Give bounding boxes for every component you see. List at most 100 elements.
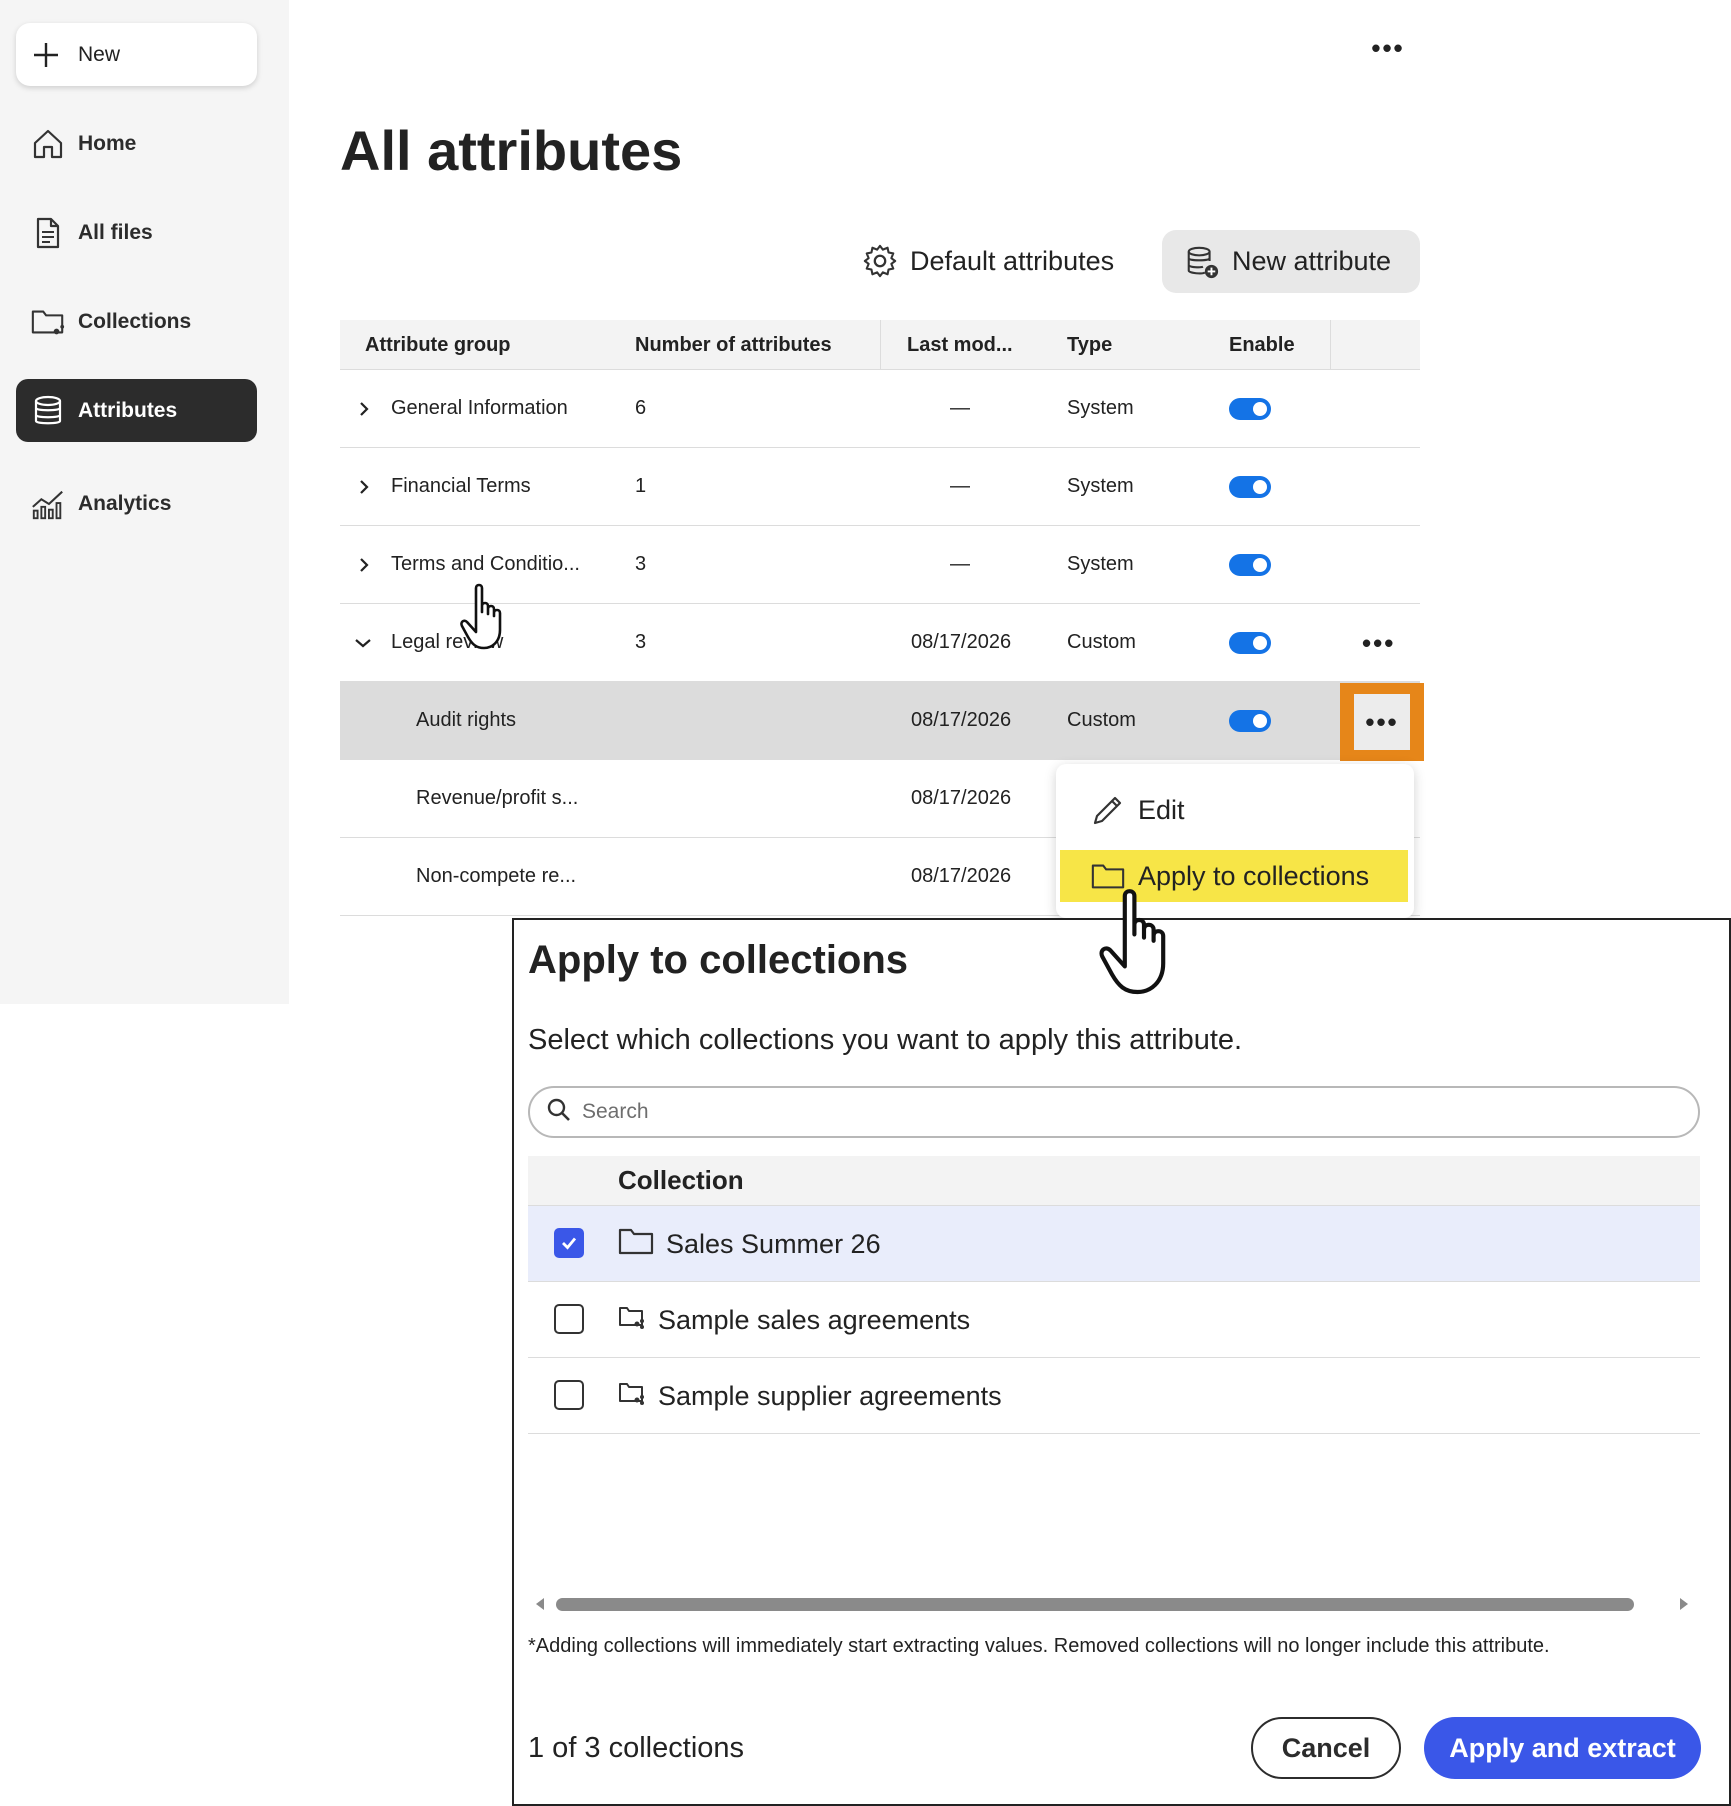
dialog-title: Apply to collections: [528, 938, 909, 982]
dialog-description: Select which collections you want to app…: [528, 1024, 1243, 1056]
collection-name: Sample sales agreements: [658, 1304, 971, 1335]
collection-checkbox[interactable]: [554, 1380, 584, 1410]
scrollbar-thumb[interactable]: [556, 1598, 1634, 1611]
default-attributes-button[interactable]: Default attributes: [862, 234, 1114, 288]
last-modified: —: [950, 475, 970, 497]
sidebar-item-attributes[interactable]: Attributes: [16, 379, 257, 442]
attribute-type: System: [1067, 553, 1134, 575]
search-icon: [546, 1097, 572, 1128]
search-field[interactable]: [528, 1086, 1700, 1138]
column-header-attribute-group[interactable]: Attribute group: [365, 320, 511, 370]
last-modified: —: [950, 553, 970, 575]
default-attributes-label: Default attributes: [910, 245, 1115, 276]
row-more-button-active[interactable]: •••: [1340, 683, 1424, 761]
last-modified: 08/17/2026: [911, 787, 1012, 809]
page-title: All attributes: [340, 119, 683, 182]
column-header-number-of-attributes[interactable]: Number of attributes: [635, 320, 832, 370]
attribute-name: Revenue/profit s...: [416, 787, 579, 809]
attribute-name: Audit rights: [416, 709, 517, 731]
attribute-type: System: [1067, 475, 1134, 497]
column-header-type[interactable]: Type: [1067, 320, 1112, 370]
collection-row[interactable]: Sales Summer 26: [528, 1206, 1700, 1282]
more-icon: •••: [1365, 707, 1399, 737]
menu-item-label: Edit: [1138, 794, 1185, 825]
expand-chevron-icon[interactable]: [356, 448, 372, 525]
add-database-icon: [1184, 244, 1220, 280]
attribute-count: 1: [635, 475, 647, 497]
attribute-count: 3: [635, 631, 647, 653]
collections-icon: [30, 304, 66, 340]
sidebar: New Home All files Collections Attribute…: [0, 0, 289, 1004]
table-row[interactable]: General Information 6 — System: [340, 370, 1420, 448]
dialog-note: *Adding collections will immediately sta…: [528, 1635, 1550, 1657]
new-attribute-button[interactable]: New attribute: [1162, 230, 1420, 293]
collection-name: Sales Summer 26: [666, 1228, 881, 1259]
table-row[interactable]: Financial Terms 1 — System: [340, 448, 1420, 526]
collections-table: Collection Sales Summer 26 Sample sales …: [528, 1156, 1700, 1434]
scroll-left-icon[interactable]: [530, 1594, 550, 1614]
collection-checkbox[interactable]: [554, 1228, 584, 1258]
column-header-collection[interactable]: Collection: [528, 1156, 1700, 1206]
apply-and-extract-button[interactable]: Apply and extract: [1424, 1717, 1701, 1779]
sidebar-item-collections[interactable]: Collections: [16, 290, 257, 353]
enable-toggle[interactable]: [1229, 526, 1271, 603]
shared-folder-icon: [618, 1380, 646, 1413]
gear-icon: [862, 243, 898, 279]
sidebar-item-analytics[interactable]: Analytics: [16, 472, 257, 535]
column-header-enable[interactable]: Enable: [1229, 320, 1295, 370]
analytics-icon: [30, 486, 66, 522]
menu-item-edit[interactable]: Edit: [1060, 784, 1408, 836]
table-header: Attribute group Number of attributes Las…: [340, 320, 1420, 370]
new-attribute-label: New attribute: [1232, 246, 1392, 276]
expand-chevron-icon[interactable]: [356, 370, 372, 447]
attribute-group-name: General Information: [391, 397, 568, 419]
sidebar-item-label: Analytics: [78, 491, 172, 515]
attribute-type: Custom: [1067, 631, 1136, 653]
enable-toggle[interactable]: [1229, 370, 1271, 447]
attribute-group-name: Financial Terms: [391, 475, 531, 497]
horizontal-scrollbar[interactable]: [528, 1590, 1700, 1618]
apply-to-collections-dialog: Apply to collections Select which collec…: [512, 918, 1731, 1806]
last-modified: 08/17/2026: [911, 865, 1012, 887]
enable-toggle[interactable]: [1229, 604, 1271, 681]
collection-checkbox[interactable]: [554, 1304, 584, 1334]
attribute-type: System: [1067, 397, 1134, 419]
collapse-chevron-icon[interactable]: [354, 604, 372, 681]
new-button-label: New: [78, 42, 121, 66]
collection-name-cell: Sample supplier agreements: [618, 1358, 1002, 1434]
table-row-selected[interactable]: Audit rights 08/17/2026 Custom: [340, 682, 1420, 760]
scroll-right-icon[interactable]: [1674, 1594, 1694, 1614]
collection-row[interactable]: Sample supplier agreements: [528, 1358, 1700, 1434]
attribute-count: 6: [635, 397, 647, 419]
selection-count: 1 of 3 collections: [528, 1732, 745, 1764]
row-more-button[interactable]: •••: [1362, 604, 1395, 681]
database-icon: [30, 393, 66, 429]
sidebar-item-label: Home: [78, 131, 137, 155]
last-modified: —: [950, 397, 970, 419]
collection-row[interactable]: Sample sales agreements: [528, 1282, 1700, 1358]
sidebar-item-all-files[interactable]: All files: [16, 201, 257, 264]
shared-folder-icon: [618, 1304, 646, 1337]
enable-toggle[interactable]: [1229, 682, 1271, 759]
expand-chevron-icon[interactable]: [356, 526, 372, 603]
pencil-icon: [1090, 792, 1126, 828]
hand-cursor-icon: [458, 582, 518, 659]
home-icon: [30, 126, 66, 162]
folder-icon: [618, 1226, 654, 1263]
enable-toggle[interactable]: [1229, 448, 1271, 525]
cancel-button[interactable]: Cancel: [1251, 1717, 1401, 1779]
plus-icon: [28, 37, 64, 73]
search-input[interactable]: [582, 1100, 1662, 1124]
sidebar-item-label: Collections: [78, 309, 192, 333]
more-options-button[interactable]: •••: [1362, 28, 1414, 68]
column-header-last-modified[interactable]: Last mod...: [907, 320, 1013, 370]
new-button[interactable]: New: [16, 23, 257, 86]
last-modified: 08/17/2026: [911, 709, 1012, 731]
sidebar-item-label: All files: [78, 220, 153, 244]
sidebar-item-home[interactable]: Home: [16, 112, 257, 175]
attribute-count: 3: [635, 553, 647, 575]
attribute-type: Custom: [1067, 709, 1136, 731]
collection-name: Sample supplier agreements: [658, 1380, 1002, 1411]
column-divider: [1330, 320, 1331, 370]
attribute-name: Non-compete re...: [416, 865, 577, 887]
